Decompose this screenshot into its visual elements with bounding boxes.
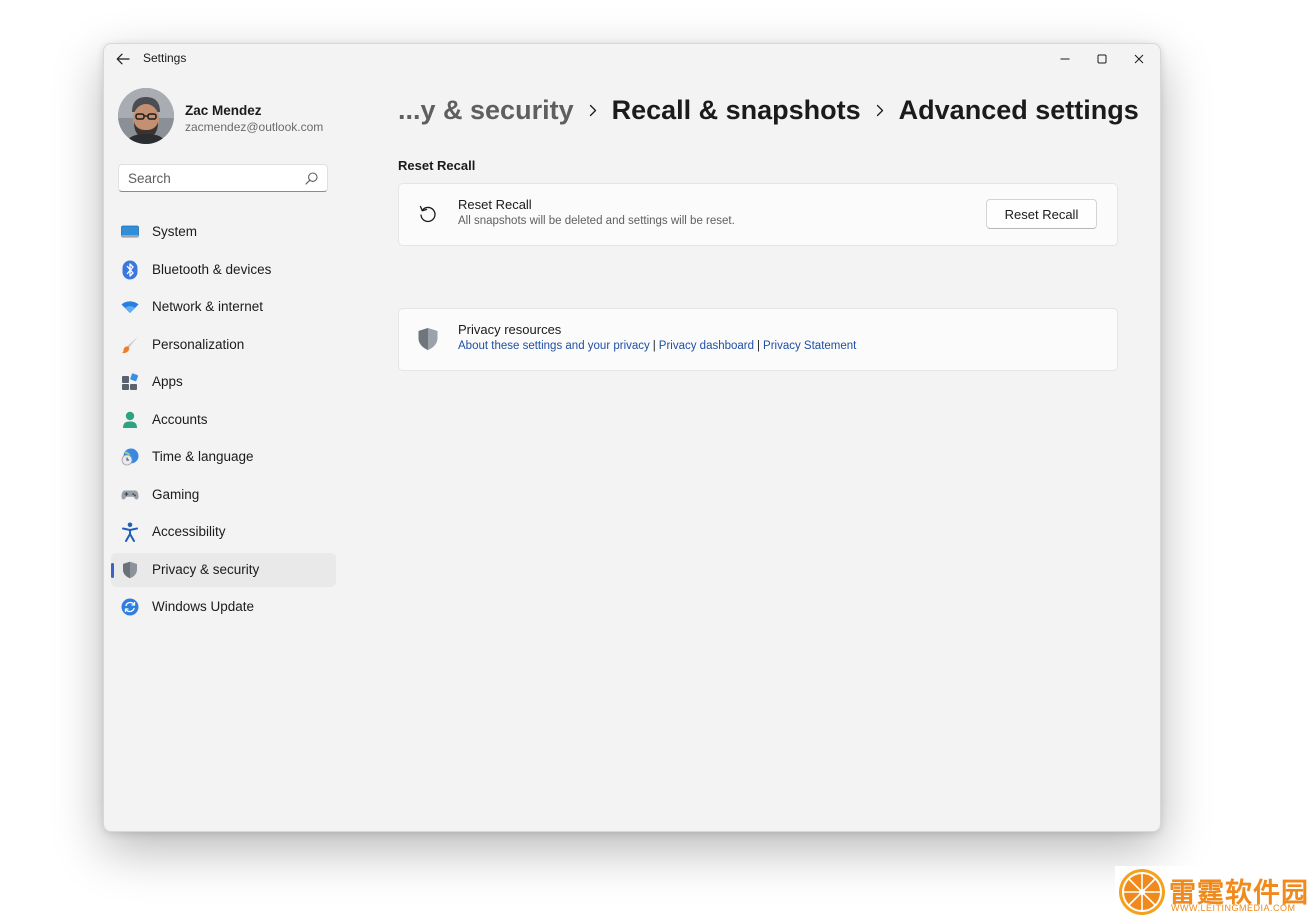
close-icon	[1134, 54, 1143, 64]
title-bar: Settings	[104, 44, 1160, 74]
globe-clock-icon	[121, 448, 139, 466]
reset-recall-description: All snapshots will be deleted and settin…	[458, 215, 735, 227]
brush-icon	[121, 336, 139, 354]
sidebar-item-label: Time & language	[152, 449, 254, 464]
sidebar-item-gaming[interactable]: Gaming	[111, 478, 336, 512]
chevron-right-icon	[574, 90, 612, 130]
apps-icon	[121, 373, 139, 391]
sidebar-item-personalization[interactable]: Personalization	[111, 328, 336, 362]
update-icon	[121, 598, 139, 616]
bluetooth-icon	[121, 260, 139, 279]
breadcrumb-item-recall-snapshots[interactable]: Recall & snapshots	[612, 95, 861, 126]
section-heading-reset-recall: Reset Recall	[398, 158, 476, 173]
sidebar-item-label: Accessibility	[152, 524, 226, 539]
reset-recall-title: Reset Recall	[458, 197, 532, 212]
accounts-icon	[121, 411, 139, 429]
settings-window: Settings Zac Mendez zacmendez@outlook.co…	[103, 43, 1161, 832]
minimize-icon	[1060, 58, 1069, 60]
reset-icon	[417, 203, 439, 225]
watermark-url: WWW.LEITINGMEDIA.COM	[1171, 903, 1296, 913]
sidebar-item-label: Windows Update	[152, 599, 255, 614]
breadcrumb: ...y & security Recall & snapshots Advan…	[398, 90, 1139, 130]
sidebar-item-time-language[interactable]: Time & language	[111, 440, 336, 474]
sidebar-item-label: Privacy & security	[152, 561, 260, 577]
maximize-button[interactable]	[1083, 44, 1120, 74]
reset-recall-card: Reset Recall All snapshots will be delet…	[398, 183, 1118, 246]
sidebar-item-bluetooth[interactable]: Bluetooth & devices	[111, 253, 336, 287]
shield-icon	[417, 328, 439, 350]
user-name: Zac Mendez	[185, 103, 262, 118]
sidebar-item-label: System	[152, 224, 198, 239]
sidebar-item-accessibility[interactable]: Accessibility	[111, 515, 336, 549]
maximize-icon	[1097, 54, 1106, 64]
link-separator: |	[652, 340, 656, 352]
gamepad-icon	[121, 486, 139, 504]
privacy-links: About these settings and your privacy | Pr…	[458, 340, 856, 352]
sidebar-item-label: Apps	[152, 374, 183, 389]
orange-slice-logo	[1119, 869, 1165, 915]
back-arrow-icon	[116, 53, 130, 65]
sidebar-item-accounts[interactable]: Accounts	[111, 403, 336, 437]
back-button[interactable]	[112, 48, 134, 70]
avatar[interactable]	[118, 88, 174, 144]
minimize-button[interactable]	[1046, 44, 1083, 74]
sidebar-nav: System Bluetooth & devices Network & int…	[111, 215, 336, 628]
sidebar-item-network[interactable]: Network & internet	[111, 290, 336, 324]
privacy-resources-title: Privacy resources	[458, 322, 562, 337]
sidebar-item-label: Accounts	[152, 411, 208, 427]
search-box[interactable]	[118, 164, 328, 192]
sidebar-item-label: Gaming	[152, 486, 200, 502]
page-title: Advanced settings	[898, 94, 1139, 125]
link-about-settings-privacy[interactable]: About these settings and your privacy	[458, 340, 650, 352]
user-email: zacmendez@outlook.com	[185, 120, 324, 134]
sidebar-item-label: Personalization	[152, 336, 245, 352]
sidebar-item-privacy-security[interactable]: Privacy & security	[111, 552, 336, 587]
link-privacy-dashboard[interactable]: Privacy dashboard	[659, 340, 754, 352]
close-button[interactable]	[1120, 44, 1157, 74]
search-icon[interactable]	[305, 172, 318, 185]
sidebar-item-system[interactable]: System	[111, 215, 336, 249]
sidebar-item-label: Bluetooth & devices	[152, 261, 272, 277]
link-privacy-statement[interactable]: Privacy Statement	[763, 340, 856, 352]
selection-indicator	[111, 562, 114, 578]
chevron-right-icon	[861, 90, 899, 130]
reset-recall-button[interactable]: Reset Recall	[986, 199, 1097, 229]
sidebar-item-windows-update[interactable]: Windows Update	[111, 590, 336, 624]
sidebar-item-apps[interactable]: Apps	[111, 365, 336, 399]
privacy-resources-card: Privacy resources About these settings a…	[398, 308, 1118, 371]
link-separator: |	[757, 340, 761, 352]
watermark: 雷霆软件园 WWW.LEITINGMEDIA.COM	[1115, 866, 1314, 918]
shield-icon	[121, 561, 139, 579]
system-icon	[121, 223, 139, 241]
breadcrumb-item-privacy-security[interactable]: ...y & security	[398, 95, 574, 126]
avatar-photo	[118, 88, 174, 144]
app-title: Settings	[143, 51, 187, 65]
accessibility-icon	[121, 522, 139, 542]
sidebar-item-label: Network & internet	[152, 299, 264, 314]
search-input[interactable]	[128, 169, 298, 187]
wifi-icon	[121, 298, 139, 316]
